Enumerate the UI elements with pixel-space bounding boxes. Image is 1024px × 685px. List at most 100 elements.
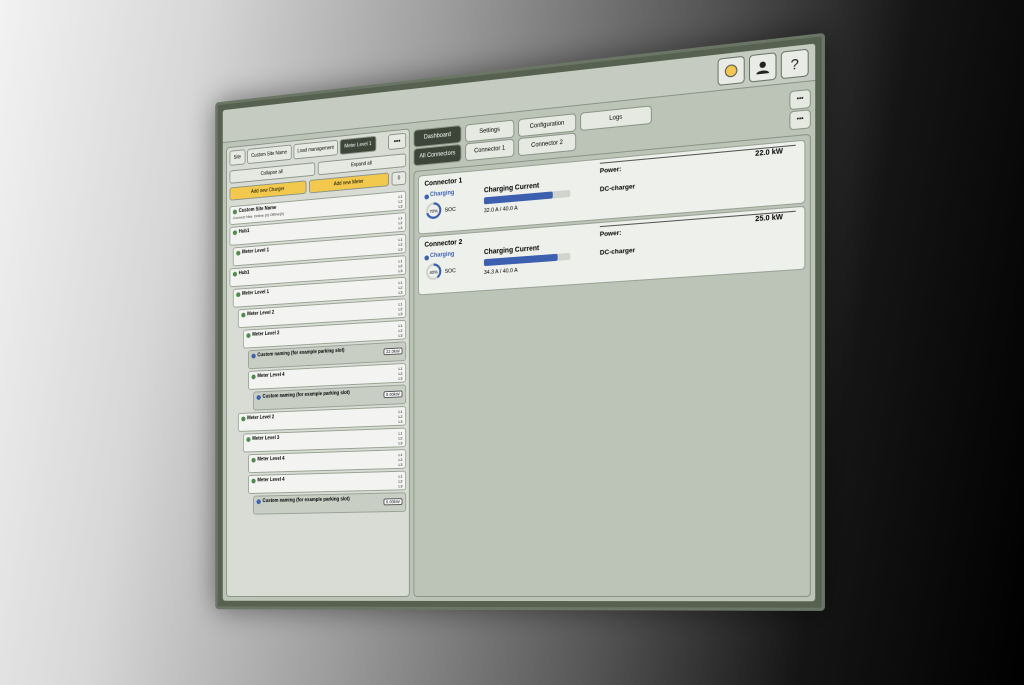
charging-status-dot: [424, 255, 429, 260]
user-icon[interactable]: [749, 52, 777, 82]
more-icon[interactable]: •••: [789, 89, 811, 110]
tree-node-label: Custom naming (for example parking slot): [257, 348, 344, 359]
tab-connector-1[interactable]: Connector 1: [465, 139, 514, 162]
current-max: 40.0 A: [503, 206, 518, 213]
connector-name: Connector 1: [424, 177, 462, 187]
charger-power: 0.00kW: [383, 498, 402, 505]
tree-node-title: Custom naming (for example parking slot): [257, 495, 403, 504]
breadcrumb-meter-level-1[interactable]: Meter Level 1: [340, 136, 376, 155]
tree-node-label: Hub1: [239, 228, 250, 235]
phase-list: L1 L2 L3: [398, 280, 402, 295]
tree-node-title: Custom naming (for example parking slot): [257, 388, 403, 400]
tree-node-label: Meter Level 2: [247, 310, 274, 317]
more-icon[interactable]: •••: [789, 109, 811, 130]
charger-icon[interactable]: [718, 56, 745, 86]
site-tree-panel: Site Custom Site Name Load management Me…: [226, 128, 410, 597]
tree-meter-node[interactable]: Meter Level 4 L1 L2 L3: [248, 471, 406, 494]
tree-node-title: Meter Level 2: [241, 409, 402, 421]
charging-status: Charging: [430, 190, 454, 198]
connector-name: Connector 2: [424, 239, 462, 249]
charger-power: 22.0kW: [383, 347, 402, 355]
top-icons: ?: [718, 49, 809, 86]
phase-label: L3: [398, 419, 402, 424]
power-label: Power:: [600, 230, 622, 239]
breadcrumb-site-name[interactable]: Custom Site Name: [247, 144, 291, 164]
breadcrumb-load-management[interactable]: Load management: [293, 140, 338, 160]
tree-node-label: Meter Level 4: [257, 456, 284, 463]
status-dot: [246, 437, 250, 442]
current-max: 40.0 A: [503, 268, 518, 275]
phase-label: L3: [398, 311, 402, 316]
tree-node-label: Meter Level 3: [252, 330, 279, 337]
phase-list: L1 L2 L3: [398, 474, 402, 489]
phase-list: L1 L2 L3: [398, 409, 402, 424]
phase-list: L1 L2 L3: [398, 323, 402, 338]
tree-node-label: Meter Level 4: [257, 477, 284, 483]
tree-node-label: Meter Level 2: [247, 414, 274, 421]
tree-meter-node[interactable]: Meter Level 3 L1 L2 L3: [243, 428, 406, 453]
current-readout: 32.0 A / 40.0 A: [484, 206, 518, 215]
power-value: 22.0 kW: [755, 148, 783, 158]
phase-label: L3: [398, 440, 402, 445]
soc-ring: 40%: [425, 262, 442, 281]
power-label: Power:: [600, 166, 622, 175]
phase-label: L3: [398, 376, 402, 381]
user-glyph: [755, 59, 770, 75]
status-dot: [251, 374, 255, 379]
phase-label: L3: [398, 333, 402, 338]
status-dot: [257, 499, 261, 504]
tab-all-connectors[interactable]: All Connectors: [413, 144, 461, 166]
phase-label: L3: [398, 225, 402, 230]
phase-list: L1 L2 L3: [398, 215, 402, 230]
soc-percent: 40%: [429, 269, 437, 275]
more-icon[interactable]: •••: [388, 133, 406, 150]
soc-label: SOC: [445, 207, 456, 214]
phase-list: L1 L2 L3: [398, 258, 402, 273]
status-dot: [251, 478, 255, 483]
status-dot: [257, 395, 261, 400]
phase-label: L3: [398, 247, 402, 252]
charger-status-dot: [725, 64, 738, 78]
stage: ? Site Custom Site Name Load management …: [0, 0, 1024, 685]
status-dot: [241, 312, 245, 317]
current-value: 34.3 A: [484, 269, 498, 276]
status-dot: [251, 457, 255, 462]
charger-type: DC-charger: [600, 247, 635, 257]
connectors-dashboard: Connector 1 Charging 70% SOC Charging Cu…: [413, 134, 810, 597]
tab-logs[interactable]: Logs: [580, 105, 652, 131]
status-dot: [233, 209, 237, 214]
tree-node-title: Meter Level 4: [251, 366, 402, 379]
status-dot: [241, 416, 245, 421]
status-dot: [251, 353, 255, 358]
tree-node-label: Meter Level 1: [242, 247, 269, 255]
tree-node-label: Custom naming (for example parking slot): [262, 390, 349, 400]
phase-label: L3: [398, 483, 402, 488]
status-dot: [246, 333, 250, 338]
help-glyph: ?: [791, 55, 799, 73]
phase-list: L1 L2 L3: [398, 431, 402, 446]
phase-list: L1 L2 L3: [398, 452, 402, 467]
status-dot: [236, 292, 240, 297]
tree-node-label: Meter Level 4: [257, 372, 284, 379]
phase-label: L3: [398, 290, 402, 295]
tree-node-label: Meter Level 1: [242, 289, 269, 297]
current-bar-fill: [484, 254, 558, 266]
current-readout: 34.3 A / 40.0 A: [484, 268, 518, 276]
soc-percent: 70%: [429, 208, 437, 214]
tree-charger-node[interactable]: Custom naming (for example parking slot)…: [253, 492, 406, 514]
phase-list: L1 L2 L3: [398, 194, 402, 209]
tree-meter-node[interactable]: Meter Level 4 L1 L2 L3: [248, 449, 406, 473]
charger-power: 0.00kW: [383, 390, 402, 398]
tree-node-title: Meter Level 4: [251, 452, 402, 463]
soc-ring: 70%: [425, 201, 442, 220]
help-icon[interactable]: ?: [781, 49, 809, 80]
count-badge: 0: [392, 171, 407, 186]
current-value: 32.0 A: [484, 207, 498, 214]
charging-status: Charging: [430, 251, 454, 259]
phase-label: L3: [398, 268, 402, 273]
phase-label: L3: [398, 204, 402, 209]
breadcrumb-site[interactable]: Site: [229, 149, 245, 166]
tree-list: Custom Site Name Connect Ntw. Online (0) …: [227, 186, 409, 519]
status-dot: [233, 230, 237, 235]
app-window: ? Site Custom Site Name Load management …: [223, 44, 815, 602]
